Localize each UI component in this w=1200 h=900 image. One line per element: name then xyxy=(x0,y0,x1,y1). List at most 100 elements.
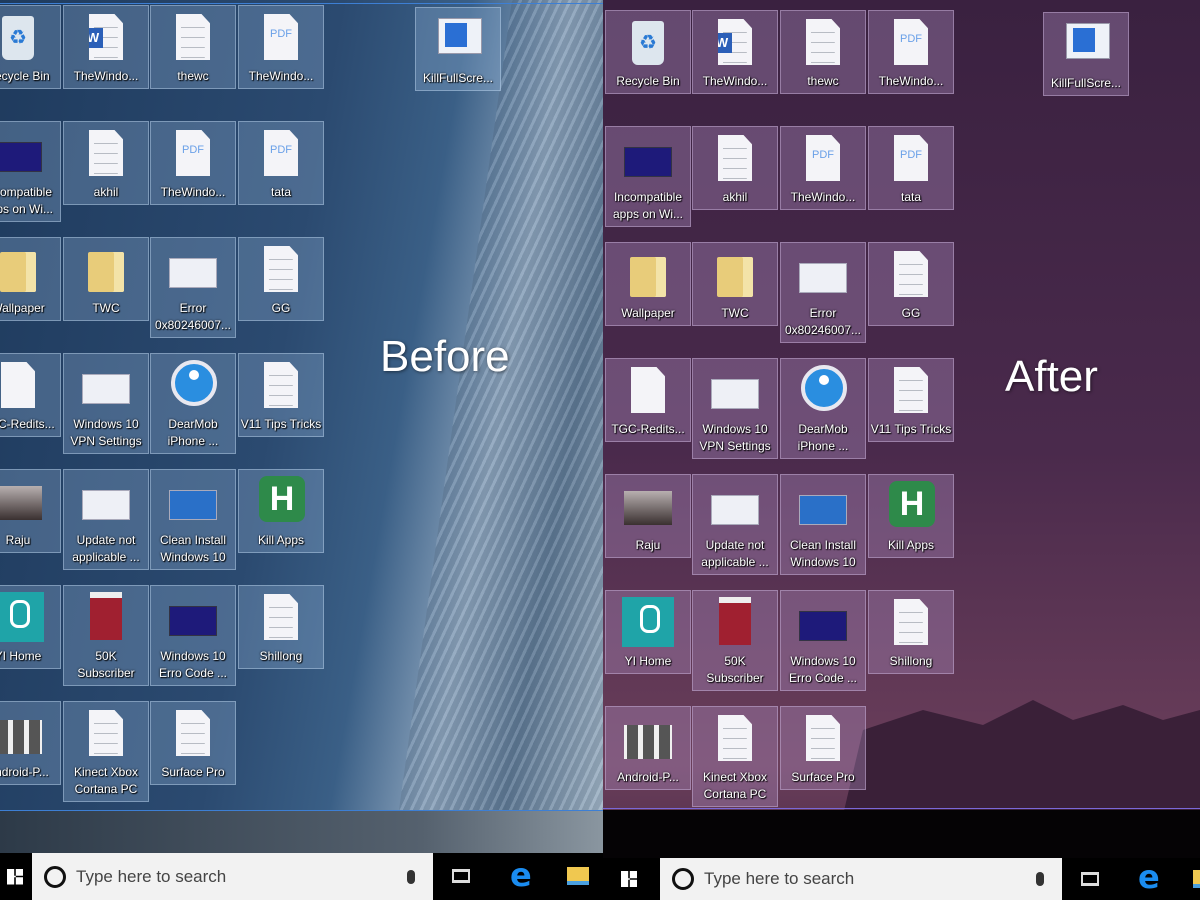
desktop-icon[interactable]: thewc xyxy=(150,5,236,89)
doc-icon xyxy=(711,713,759,765)
desktop-icon-label: Shillong xyxy=(259,649,303,663)
desktop-icon[interactable]: Error 0x80246007... xyxy=(150,237,236,338)
desktop-icon[interactable]: Incompatible apps on Wi... xyxy=(0,121,61,222)
desktop-icon-label: thewc xyxy=(807,74,839,88)
desktop-icon[interactable]: 50K Subscriber xyxy=(692,590,778,691)
desktop-icon[interactable]: V11 Tips Tricks xyxy=(868,358,954,442)
recycle-icon: ♻ xyxy=(624,17,672,69)
desktop-icon[interactable]: Android-P... xyxy=(605,706,691,790)
shortcut-icon xyxy=(434,14,482,66)
after-desktop: After Type here to search e ♻ Recycle Bin… xyxy=(603,0,1200,900)
desktop-icon[interactable]: PDF TheWindo... xyxy=(150,121,236,205)
desktop-icon-label: tata xyxy=(900,190,921,204)
desktop-icon-label: Raju xyxy=(635,538,661,552)
desktop-icon-label: Kill Apps xyxy=(257,533,305,547)
desktop-icon[interactable]: Update not applicable ... xyxy=(692,474,778,575)
desktop-icon[interactable]: Shillong xyxy=(238,585,324,669)
desktop-icon[interactable]: Shillong xyxy=(868,590,954,674)
pdf-icon: PDF xyxy=(799,133,847,185)
desktop-icon[interactable]: akhil xyxy=(692,126,778,210)
desktop-icon-label: thewc xyxy=(177,69,209,83)
desktop-icon[interactable]: Windows 10 Erro Code ... xyxy=(780,590,866,691)
file-explorer-icon[interactable] xyxy=(1193,870,1200,888)
desktop-icon[interactable]: akhil xyxy=(63,121,149,205)
desktop-icon[interactable]: Wallpaper xyxy=(0,237,61,321)
desktop-icon-label: Recycle Bin xyxy=(0,69,50,83)
start-button[interactable] xyxy=(603,858,655,900)
desktop-icon[interactable]: H Kill Apps xyxy=(238,469,324,553)
desktop-icon[interactable]: YI Home xyxy=(605,590,691,674)
desktop-icon[interactable]: YI Home xyxy=(0,585,61,669)
desktop-icon[interactable]: GG xyxy=(238,237,324,321)
desktop-icon-label: Clean Install Windows 10 xyxy=(159,533,227,564)
desktop-icon[interactable]: Windows 10 VPN Settings xyxy=(692,358,778,459)
desktop-icon[interactable]: thewc xyxy=(780,10,866,94)
desktop-icon[interactable]: TGC-Redits... xyxy=(605,358,691,442)
desktop-icon[interactable]: DearMob iPhone ... xyxy=(150,353,236,454)
desktop-icon[interactable]: Incompatible apps on Wi... xyxy=(605,126,691,227)
desktop-icon-label: 50K Subscriber xyxy=(706,654,764,685)
screenshot-icon xyxy=(169,244,217,296)
search-box[interactable]: Type here to search xyxy=(660,858,1062,900)
desktop-icon-label: Windows 10 VPN Settings xyxy=(70,417,142,448)
desktop-icon[interactable]: TheWindo... xyxy=(692,10,778,94)
microphone-icon[interactable] xyxy=(407,869,415,884)
desktop-icon[interactable]: Surface Pro xyxy=(780,706,866,790)
desktop-icon[interactable]: 50K Subscriber xyxy=(63,585,149,686)
desktop-icon[interactable]: PDF tata xyxy=(238,121,324,205)
task-view-icon[interactable] xyxy=(452,869,470,883)
doc-icon xyxy=(82,708,130,760)
start-button[interactable] xyxy=(0,853,30,900)
desktop-icon[interactable]: TheWindo... xyxy=(63,5,149,89)
wallpaper-rock xyxy=(392,0,603,860)
desktop-icon[interactable]: Wallpaper xyxy=(605,242,691,326)
desktop-icon-label: V11 Tips Tricks xyxy=(870,422,952,436)
pdf-icon: PDF xyxy=(169,128,217,180)
desktop-icon[interactable]: Error 0x80246007... xyxy=(780,242,866,343)
edge-icon[interactable]: e xyxy=(1138,858,1160,896)
edge-icon[interactable]: e xyxy=(510,856,532,894)
desktop-icon[interactable]: TWC xyxy=(692,242,778,326)
selection-border xyxy=(0,810,603,811)
photo-icon xyxy=(624,481,672,533)
desktop-icon-label: Clean Install Windows 10 xyxy=(789,538,857,569)
desktop-icon[interactable]: Kinect Xbox Cortana PC xyxy=(692,706,778,807)
microphone-icon[interactable] xyxy=(1036,872,1044,886)
search-box[interactable]: Type here to search xyxy=(32,853,433,900)
file-explorer-icon[interactable] xyxy=(567,867,589,885)
task-view-icon[interactable] xyxy=(1081,872,1099,886)
yi-icon xyxy=(0,592,44,644)
desktop-icon[interactable]: PDF TheWindo... xyxy=(868,10,954,94)
desktop-icon[interactable]: Windows 10 Erro Code ... xyxy=(150,585,236,686)
desktop-icon[interactable]: V11 Tips Tricks xyxy=(238,353,324,437)
desktop-icon[interactable]: Raju xyxy=(0,469,61,553)
desktop-icon-label: Wallpaper xyxy=(621,306,675,320)
desktop-icon[interactable]: KillFullScre... xyxy=(415,7,501,91)
desktop-icon[interactable]: PDF tata xyxy=(868,126,954,210)
desktop-icon[interactable]: ♻ Recycle Bin xyxy=(605,10,691,94)
desktop-icon[interactable]: Update not applicable ... xyxy=(63,469,149,570)
doc-icon xyxy=(887,365,935,417)
desktop-icon[interactable]: TGC-Redits... xyxy=(0,353,61,437)
desktop-icon-label: Shillong xyxy=(889,654,933,668)
desktop-icon[interactable]: TWC xyxy=(63,237,149,321)
desktop-icon[interactable]: PDF TheWindo... xyxy=(238,5,324,89)
doc-icon xyxy=(169,12,217,64)
desktop-icon-label: KillFullScre... xyxy=(422,71,493,85)
desktop-icon[interactable]: DearMob iPhone ... xyxy=(780,358,866,459)
desktop-icon[interactable]: KillFullScre... xyxy=(1043,12,1129,96)
desktop-icon[interactable]: Surface Pro xyxy=(150,701,236,785)
desktop-icon[interactable]: ♻ Recycle Bin xyxy=(0,5,61,89)
desktop-icon[interactable]: GG xyxy=(868,242,954,326)
desktop-icon[interactable]: Clean Install Windows 10 xyxy=(780,474,866,575)
desktop-icon[interactable]: Kinect Xbox Cortana PC xyxy=(63,701,149,802)
yi-icon xyxy=(622,597,674,649)
desktop-icon-label: Incompatible apps on Wi... xyxy=(0,185,54,216)
desktop-icon[interactable]: H Kill Apps xyxy=(868,474,954,558)
desktop-icon[interactable]: Clean Install Windows 10 xyxy=(150,469,236,570)
desktop-icon[interactable]: Raju xyxy=(605,474,691,558)
desktop-icon[interactable]: Android-P... xyxy=(0,701,61,785)
desktop-icon[interactable]: PDF TheWindo... xyxy=(780,126,866,210)
folder-icon xyxy=(624,249,672,301)
desktop-icon[interactable]: Windows 10 VPN Settings xyxy=(63,353,149,454)
